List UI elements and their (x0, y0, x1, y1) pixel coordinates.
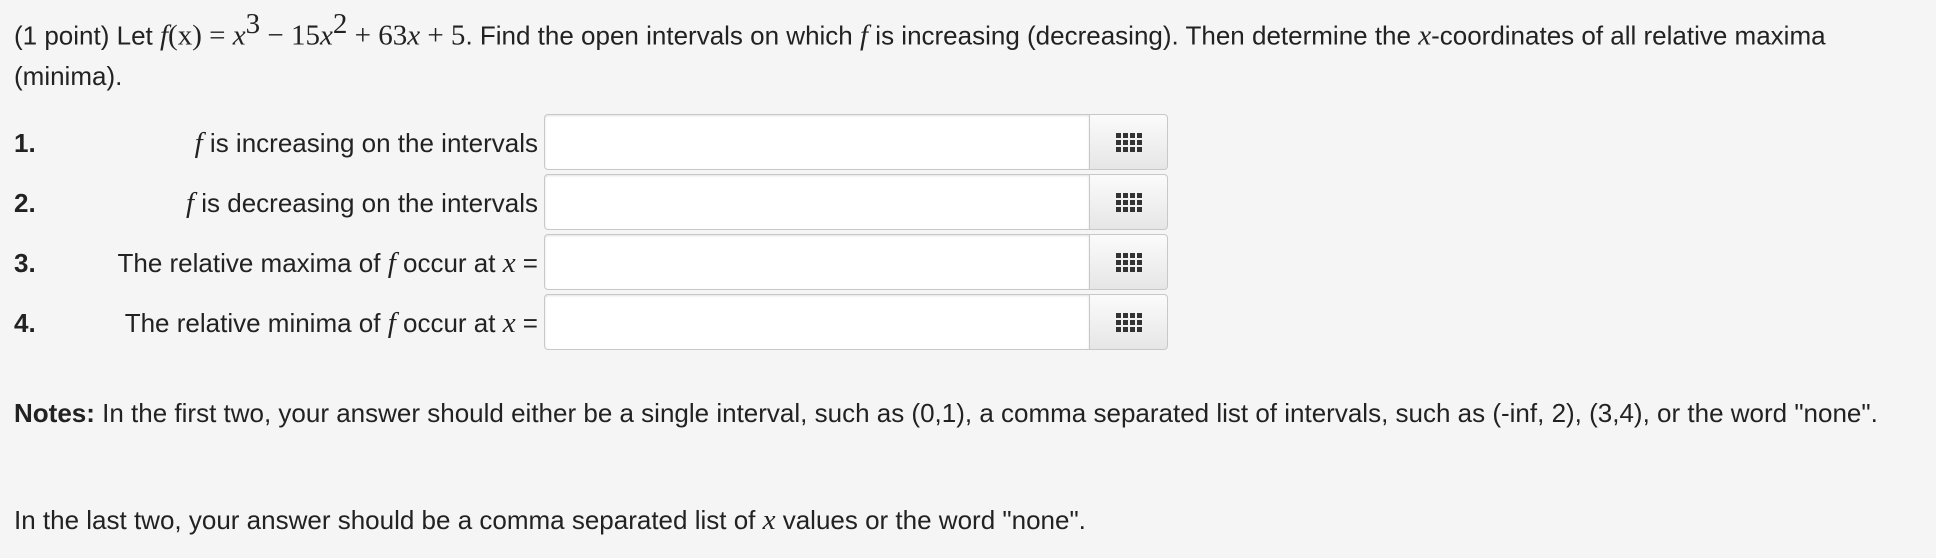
question-2: 2. f is decreasing on the intervals (14, 174, 1168, 232)
notes-heading: Notes: (14, 398, 95, 428)
label-pre: The relative maxima of (117, 248, 388, 278)
statement-f: f (860, 19, 869, 52)
answer-input-3[interactable] (544, 234, 1090, 290)
exponent-3: 3 (245, 8, 261, 40)
equation-palette-button-1[interactable] (1090, 114, 1168, 170)
label-var: f (185, 187, 195, 219)
label-xvar: x (502, 307, 516, 339)
answer-input-1[interactable] (544, 114, 1090, 170)
term-x: x (407, 19, 421, 52)
notes-text: In the first two, your answer should eit… (94, 398, 1878, 428)
question-label: f is decreasing on the intervals (186, 174, 538, 232)
label-var: f (387, 247, 396, 279)
problem-page: (1 point) Let f(x) = x3 − 15x2 + 63x + 5… (0, 0, 1936, 558)
function-name: f (159, 19, 169, 52)
question-number: 2. (14, 188, 36, 218)
equation-palette-button-4[interactable] (1090, 294, 1168, 350)
term-minus-15: − 15 (260, 19, 320, 52)
question-label: The relative minima of f occur at x = (125, 294, 538, 352)
answer-input-2[interactable] (544, 174, 1090, 230)
equation-palette-button-3[interactable] (1090, 234, 1168, 290)
grid-icon (1115, 192, 1142, 212)
statement-text-b: is increasing (decreasing). Then determi… (868, 20, 1419, 51)
statement-x: x (1418, 19, 1432, 52)
last-note-pre: In the last two, your answer should be a… (14, 505, 763, 535)
label-post: is increasing on the intervals (202, 128, 538, 158)
question-number: 3. (14, 248, 36, 278)
notes-paragraph: Notes: In the first two, your answer sho… (14, 393, 1924, 433)
question-4: 4. The relative minima of f occur at x = (14, 294, 1168, 352)
last-note-post: values or the word "none". (775, 505, 1086, 535)
question-label: The relative maxima of f occur at x = (117, 234, 538, 292)
question-3: 3. The relative maxima of f occur at x = (14, 234, 1168, 292)
statement-prefix: (1 point) Let (14, 20, 160, 51)
term-x-cubed: x (232, 19, 246, 52)
term-x-squared: x (319, 19, 333, 52)
label-xvar: x (502, 247, 516, 279)
label-post: occur at (395, 248, 503, 278)
question-number: 4. (14, 308, 36, 338)
term-plus-63: + 63 (347, 19, 408, 52)
problem-statement: (1 point) Let f(x) = x3 − 15x2 + 63x + 5… (14, 6, 1914, 96)
label-post: is decreasing on the intervals (194, 188, 538, 218)
grid-icon (1115, 252, 1142, 272)
label-post: occur at (395, 308, 503, 338)
question-number: 1. (14, 128, 36, 158)
equation-palette-button-2[interactable] (1090, 174, 1168, 230)
question-1: 1. f is increasing on the intervals (14, 114, 1168, 172)
label-pre: The relative minima of (124, 308, 388, 338)
question-label: f is increasing on the intervals (195, 114, 538, 172)
grid-icon (1115, 132, 1142, 152)
label-var: f (194, 127, 203, 159)
label-eq: = (515, 248, 538, 278)
grid-icon (1115, 312, 1142, 332)
function-argument: (x) (168, 19, 202, 52)
answer-input-4[interactable] (544, 294, 1090, 350)
last-note-var: x (762, 504, 776, 536)
label-eq: = (515, 308, 538, 338)
equals-sign: = (201, 19, 233, 52)
statement-text-a: . Find the open intervals on which (465, 20, 860, 51)
term-plus-5: + 5 (420, 19, 466, 52)
exponent-2: 2 (332, 8, 348, 40)
last-note-paragraph: In the last two, your answer should be a… (14, 500, 1086, 540)
label-var: f (387, 307, 396, 339)
